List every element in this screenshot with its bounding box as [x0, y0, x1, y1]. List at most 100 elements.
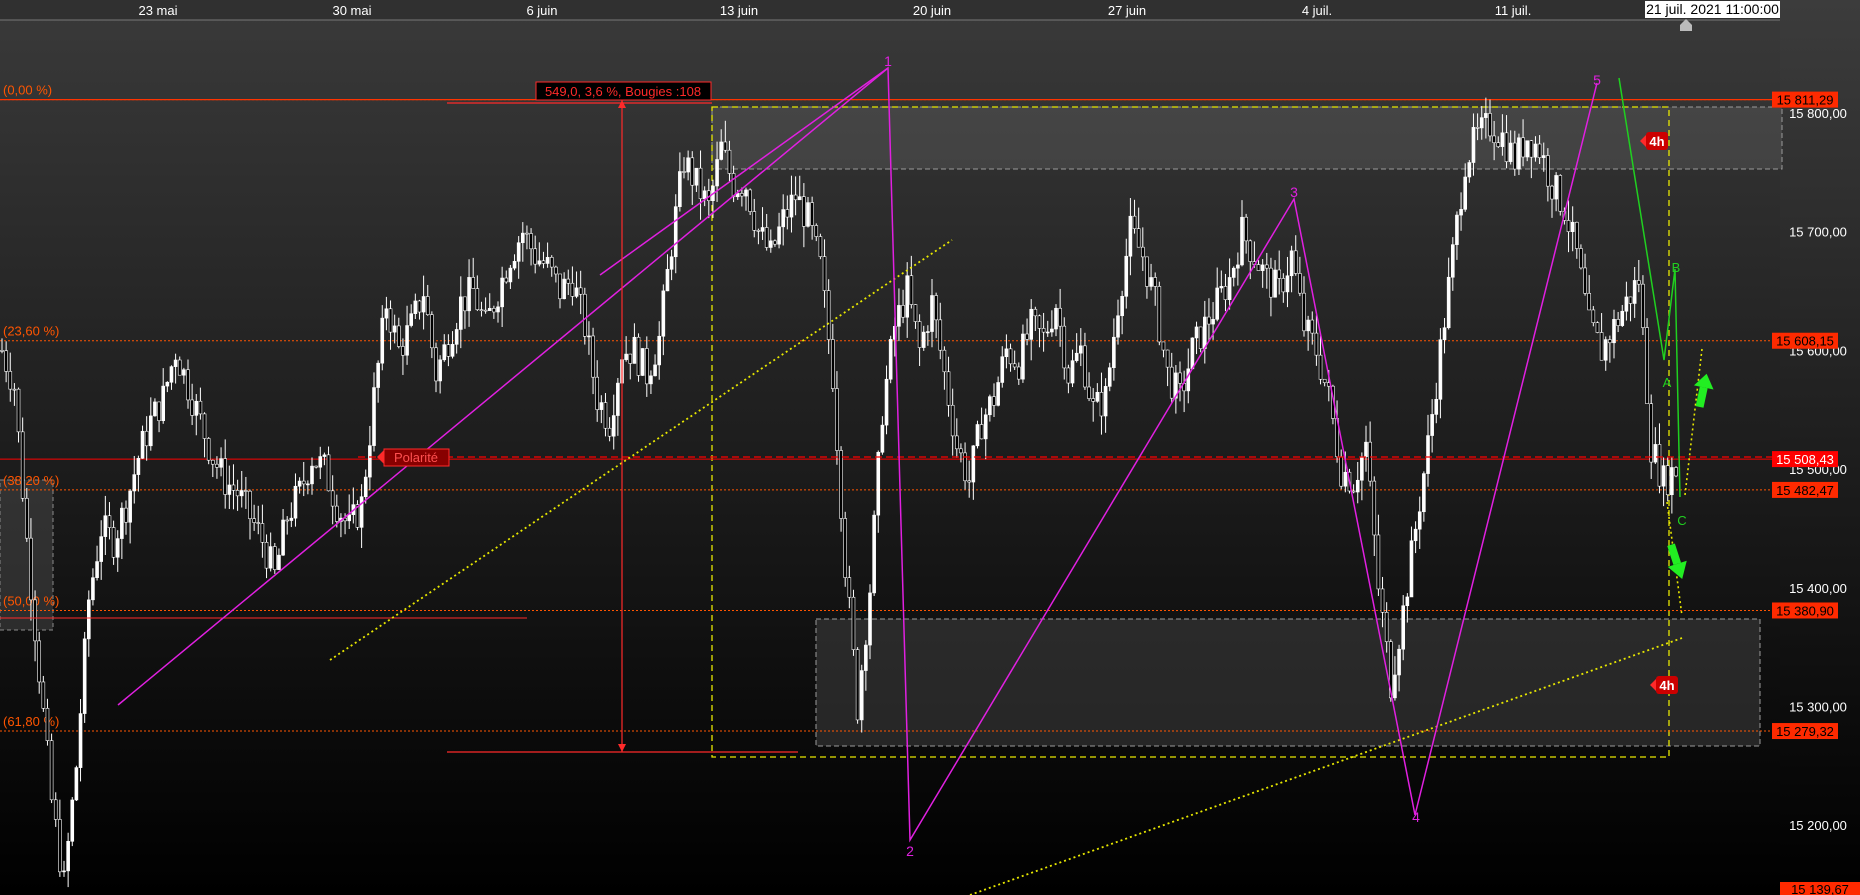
- candle-body: [198, 400, 203, 415]
- candle-body: [194, 400, 199, 416]
- candle-body: [1318, 354, 1323, 380]
- candle-body: [1393, 674, 1397, 699]
- candle-body: [169, 366, 174, 383]
- candle-body: [115, 538, 120, 558]
- candle-body: [231, 484, 236, 491]
- candle-body: [396, 325, 401, 347]
- chart-area[interactable]: (0,00 %) (23,60 %) (38,20 %) (50,00 %) (61,8…: [0, 0, 1860, 895]
- candle-body: [500, 277, 504, 308]
- polarity-label: Polarité: [394, 450, 438, 465]
- candle-body: [1657, 444, 1662, 487]
- candle-body: [1475, 127, 1480, 129]
- candle-body: [764, 227, 769, 248]
- candle-body: [1054, 307, 1058, 330]
- candle-body: [723, 141, 728, 151]
- correction-label-b: B: [1672, 260, 1681, 275]
- candle-body: [1550, 185, 1554, 200]
- candle-body: [1351, 490, 1356, 493]
- candle-body: [206, 438, 211, 461]
- candle-body: [640, 348, 645, 376]
- candle-body: [1380, 588, 1385, 613]
- candle-body: [310, 465, 314, 485]
- candle-body: [1459, 209, 1463, 216]
- candle-body: [835, 388, 839, 451]
- candle-body: [1265, 264, 1269, 269]
- candle-body: [87, 599, 91, 640]
- time-tick-label: 11 juil.: [1495, 3, 1532, 18]
- price-tick-label: 15 200,00: [1789, 818, 1847, 833]
- candle-body: [99, 536, 103, 562]
- fib-price-label: 15 279,32: [1776, 724, 1834, 739]
- candle-body: [1169, 366, 1174, 399]
- candle-body: [781, 209, 786, 228]
- candle-body: [1203, 316, 1207, 349]
- candle-body: [1624, 296, 1629, 312]
- candle-body: [306, 483, 310, 486]
- candle-body: [810, 202, 814, 226]
- candle-body: [1236, 264, 1240, 269]
- candle-body: [1190, 337, 1195, 370]
- candle-body: [190, 399, 194, 416]
- candle-body: [107, 515, 112, 528]
- candle-body: [888, 339, 893, 380]
- candle-body: [1665, 465, 1670, 496]
- candle-body: [1397, 648, 1401, 676]
- candle-body: [1360, 456, 1364, 481]
- candle-body: [376, 362, 380, 388]
- candle-body: [702, 190, 707, 200]
- candle-body: [632, 336, 637, 364]
- fib-price-label: 15 380,90: [1776, 603, 1834, 618]
- svg-text:4h: 4h: [1649, 134, 1664, 149]
- candle-body: [917, 321, 922, 348]
- candle-body: [950, 404, 955, 437]
- fib-price-label: 15 811,29: [1777, 93, 1834, 108]
- candle-body: [1223, 286, 1228, 300]
- candle-body: [1384, 611, 1389, 642]
- candle-body: [1145, 256, 1149, 287]
- candle-body: [202, 413, 207, 439]
- candle-body: [1281, 278, 1286, 293]
- candle-body: [1645, 327, 1649, 405]
- candle-body: [595, 376, 600, 410]
- candle-body: [91, 577, 95, 601]
- candle-body: [417, 300, 422, 313]
- candle-body: [359, 496, 364, 528]
- candle-body: [562, 278, 566, 300]
- candle-body: [182, 369, 186, 376]
- bottom-price-label: 15 139,67: [1791, 882, 1849, 895]
- candle-body: [570, 282, 575, 297]
- wave-label-4: 4: [1412, 809, 1420, 825]
- candle-body: [1595, 322, 1600, 333]
- candle-body: [1198, 326, 1203, 349]
- candle-body: [347, 514, 352, 522]
- candle-body: [1219, 286, 1224, 289]
- candle-body: [864, 644, 868, 671]
- candle-body: [1128, 215, 1133, 257]
- candle-body: [487, 308, 492, 311]
- candle-body: [1496, 142, 1501, 147]
- candle-body: [223, 458, 227, 495]
- candle-body: [239, 490, 244, 497]
- candle-body: [744, 189, 748, 197]
- candle-body: [1599, 332, 1604, 361]
- candle-body: [1004, 348, 1009, 358]
- candlestick-chart[interactable]: (0,00 %)(23,60 %)(38,20 %)(50,00 %)(61,8…: [0, 0, 1860, 895]
- candle-body: [1438, 339, 1443, 400]
- support-zone: [815, 618, 1761, 747]
- candle-body: [1484, 113, 1488, 118]
- candle-body: [851, 596, 856, 650]
- time-tick-label: 27 juin: [1108, 3, 1146, 18]
- candle-body: [545, 257, 550, 264]
- candle-body: [289, 517, 294, 521]
- candle-body: [62, 870, 66, 873]
- candle-body: [1554, 175, 1558, 200]
- candle-body: [1513, 142, 1517, 170]
- candle-body: [165, 381, 170, 387]
- cursor-date-label: 21 juil. 2021 11:00:00: [1645, 1, 1780, 18]
- candle-body: [682, 171, 686, 173]
- price-axis-panel[interactable]: [1780, 0, 1860, 895]
- candle-body: [1099, 392, 1104, 417]
- candle-body: [930, 295, 934, 332]
- candle-body: [1616, 319, 1620, 326]
- candle-body: [33, 599, 37, 642]
